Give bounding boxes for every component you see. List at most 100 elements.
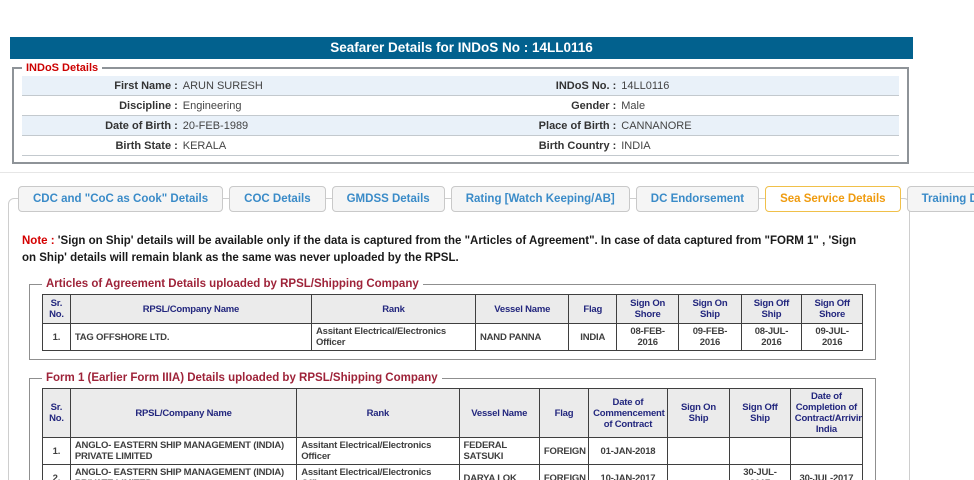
birth-country-value: INDIA xyxy=(621,140,650,152)
cell-sign-off-ship xyxy=(730,438,791,465)
table-row: 2. ANGLO- EASTERN SHIP MANAGEMENT (INDIA… xyxy=(43,465,863,480)
cell-flag: FOREIGN xyxy=(539,438,588,465)
col-sign-on-ship: Sign On Ship xyxy=(679,295,741,324)
cell-sign-off-ship: 08-JUL-2016 xyxy=(741,324,802,351)
tab-gmdss-details[interactable]: GMDSS Details xyxy=(332,186,445,212)
cell-sign-on-ship xyxy=(667,465,729,480)
articles-of-agreement-fieldset: Articles of Agreement Details uploaded b… xyxy=(29,278,876,360)
indos-details-legend: INDoS Details xyxy=(22,62,102,74)
col-sign-on-shore: Sign On Shore xyxy=(616,295,678,324)
colon: : xyxy=(610,100,622,112)
field-indos-no: INDoS No.: 14LL0116 xyxy=(461,80,900,92)
cell-sr-no: 1. xyxy=(43,324,71,351)
cell-sr-no: 2. xyxy=(43,465,71,480)
table-row: 1. TAG OFFSHORE LTD. Assitant Electrical… xyxy=(43,324,863,351)
sea-service-tab-panel: Note : 'Sign on Ship' details will be av… xyxy=(8,198,910,480)
place-of-birth-value: CANNANORE xyxy=(621,120,691,132)
col-date-of-completion: Date of Completion of Contract/Arriving … xyxy=(790,389,862,438)
indos-no-value: 14LL0116 xyxy=(621,80,669,92)
cell-sign-on-ship: 09-FEB-2016 xyxy=(679,324,741,351)
field-birth-country: Birth Country: INDIA xyxy=(461,140,900,152)
field-birth-state: Birth State: KERALA xyxy=(22,140,461,152)
col-flag: Flag xyxy=(539,389,588,438)
divider xyxy=(0,172,974,173)
cell-flag: INDIA xyxy=(569,324,617,351)
cell-date-of-commencement: 01-JAN-2018 xyxy=(589,438,668,465)
field-date-of-birth: Date of Birth: 20-FEB-1989 xyxy=(22,120,461,132)
colon: : xyxy=(171,80,183,92)
articles-of-agreement-table: Sr. No. RPSL/Company Name Rank Vessel Na… xyxy=(42,294,863,351)
field-first-name: First Name: ARUN SURESH xyxy=(22,80,461,92)
cell-rank: Assitant Electrical/Electronics Officer xyxy=(297,438,459,465)
gender-value: Male xyxy=(621,100,645,112)
note-prefix: Note : xyxy=(22,235,55,247)
col-sign-on-ship: Sign On Ship xyxy=(667,389,729,438)
col-rpsl-company-name: RPSL/Company Name xyxy=(70,295,311,324)
birth-country-label: Birth Country xyxy=(461,140,610,152)
table-header-row: Sr. No. RPSL/Company Name Rank Vessel Na… xyxy=(43,389,863,438)
form1-legend: Form 1 (Earlier Form IIIA) Details uploa… xyxy=(42,372,442,384)
cell-rank: Assitant Electrical/Electronics Officer xyxy=(311,324,475,351)
col-sign-off-ship: Sign Off Ship xyxy=(741,295,802,324)
tab-coc-details[interactable]: COC Details xyxy=(229,186,325,212)
tab-sea-service-details[interactable]: Sea Service Details xyxy=(765,186,901,212)
cell-date-of-commencement: 10-JAN-2017 xyxy=(589,465,668,480)
cell-flag: FOREIGN xyxy=(539,465,588,480)
cell-date-of-completion xyxy=(790,438,862,465)
col-vessel-name: Vessel Name xyxy=(459,389,539,438)
col-sr-no: Sr. No. xyxy=(43,389,71,438)
first-name-label: First Name xyxy=(22,80,171,92)
info-row-birth-state: Birth State: KERALA Birth Country: INDIA xyxy=(22,136,899,156)
table-row: 1. ANGLO- EASTERN SHIP MANAGEMENT (INDIA… xyxy=(43,438,863,465)
indos-no-label: INDoS No. xyxy=(461,80,610,92)
tab-training-details[interactable]: Training Details xyxy=(907,186,974,212)
tab-dc-endorsement[interactable]: DC Endorsement xyxy=(636,186,759,212)
colon: : xyxy=(610,120,622,132)
info-row-discipline: Discipline: Engineering Gender: Male xyxy=(22,96,899,116)
cell-vessel: NAND PANNA xyxy=(475,324,568,351)
col-sr-no: Sr. No. xyxy=(43,295,71,324)
cell-sign-off-ship: 30-JUL-2017 xyxy=(730,465,791,480)
col-date-of-commencement: Date of Commencement of Contract xyxy=(589,389,668,438)
colon: : xyxy=(610,140,622,152)
cell-vessel: FEDERAL SATSUKI xyxy=(459,438,539,465)
cell-company: ANGLO- EASTERN SHIP MANAGEMENT (INDIA) P… xyxy=(70,465,296,480)
cell-sign-on-ship xyxy=(667,438,729,465)
col-rank: Rank xyxy=(297,389,459,438)
colon: : xyxy=(171,120,183,132)
info-row-first-name: First Name: ARUN SURESH INDoS No.: 14LL0… xyxy=(22,76,899,96)
col-sign-off-ship: Sign Off Ship xyxy=(730,389,791,438)
cell-sign-on-shore: 08-FEB-2016 xyxy=(616,324,678,351)
col-flag: Flag xyxy=(569,295,617,324)
cell-company: TAG OFFSHORE LTD. xyxy=(70,324,311,351)
field-discipline: Discipline: Engineering xyxy=(22,100,461,112)
first-name-value: ARUN SURESH xyxy=(183,80,263,92)
indos-details-fieldset: INDoS Details First Name: ARUN SURESH IN… xyxy=(12,62,909,164)
articles-of-agreement-legend: Articles of Agreement Details uploaded b… xyxy=(42,278,423,290)
cell-date-of-completion: 30-JUL-2017 xyxy=(790,465,862,480)
discipline-value: Engineering xyxy=(183,100,242,112)
cell-rank: Assitant Electrical/Electronics Officer xyxy=(297,465,459,480)
tab-rating-watch-keeping-ab[interactable]: Rating [Watch Keeping/AB] xyxy=(451,186,630,212)
date-of-birth-label: Date of Birth xyxy=(22,120,171,132)
seafarer-details-page: Seafarer Details for INDoS No : 14LL0116… xyxy=(0,37,974,480)
col-vessel-name: Vessel Name xyxy=(475,295,568,324)
table-header-row: Sr. No. RPSL/Company Name Rank Vessel Na… xyxy=(43,295,863,324)
cell-sr-no: 1. xyxy=(43,438,71,465)
discipline-label: Discipline xyxy=(22,100,171,112)
page-title: Seafarer Details for INDoS No : 14LL0116 xyxy=(330,40,593,55)
colon: : xyxy=(610,80,622,92)
cell-vessel: DARYA LOK xyxy=(459,465,539,480)
tab-cdc-coc-as-cook-details[interactable]: CDC and "CoC as Cook" Details xyxy=(18,186,223,212)
date-of-birth-value: 20-FEB-1989 xyxy=(183,120,248,132)
cell-sign-off-shore: 09-JUL-2016 xyxy=(802,324,863,351)
colon: : xyxy=(171,100,183,112)
birth-state-label: Birth State xyxy=(22,140,171,152)
field-gender: Gender: Male xyxy=(461,100,900,112)
birth-state-value: KERALA xyxy=(183,140,226,152)
col-rank: Rank xyxy=(311,295,475,324)
colon: : xyxy=(171,140,183,152)
title-bar: Seafarer Details for INDoS No : 14LL0116 xyxy=(10,37,913,59)
info-row-date-of-birth: Date of Birth: 20-FEB-1989 Place of Birt… xyxy=(22,116,899,136)
note-body: 'Sign on Ship' details will be available… xyxy=(22,235,856,264)
